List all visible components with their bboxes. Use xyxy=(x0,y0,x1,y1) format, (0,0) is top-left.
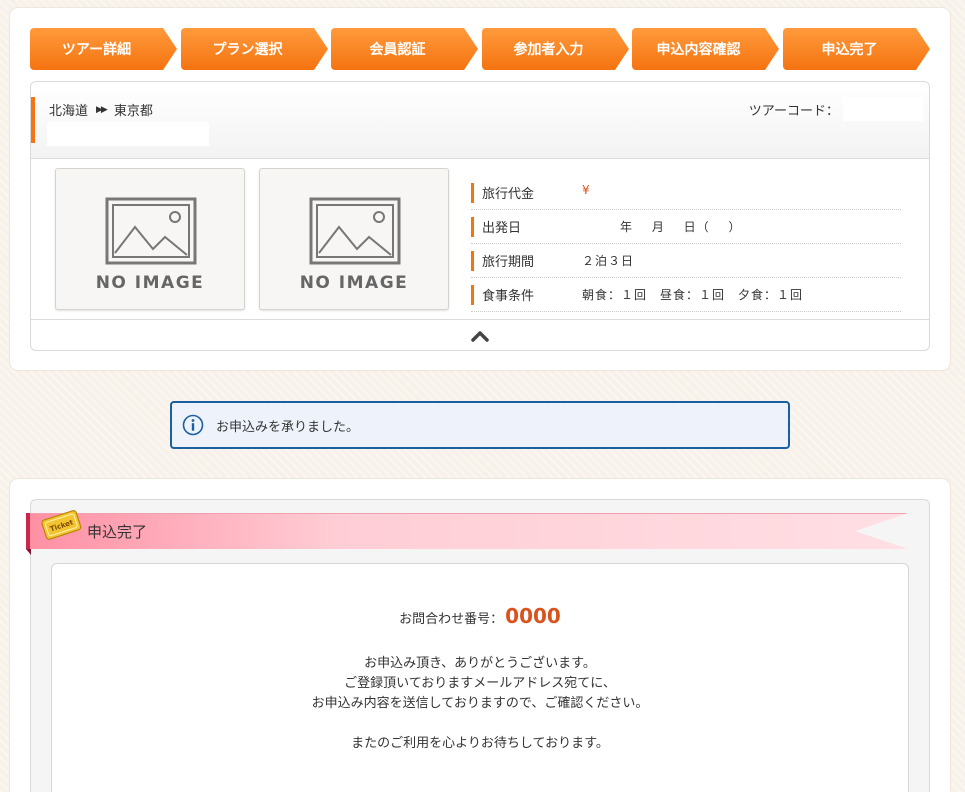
row-marker xyxy=(471,284,474,305)
inquiry-label: お問合わせ番号： xyxy=(399,612,504,627)
step-plan-select: プラン選択 xyxy=(181,28,328,70)
inquiry-value: 0000 xyxy=(505,604,561,628)
info-row-duration: 旅行期間 ２泊３日 xyxy=(471,244,901,278)
info-label: 旅行代金 xyxy=(482,187,535,202)
tour-code: ツアーコード： xyxy=(749,97,923,121)
tour-image-2: NO IMAGE xyxy=(259,168,449,310)
info-value: ２泊３日 xyxy=(582,254,635,268)
no-image-label: NO IMAGE xyxy=(299,273,409,293)
info-row-price: 旅行代金 ¥ xyxy=(471,176,901,210)
step-member-auth: 会員認証 xyxy=(331,28,478,70)
section-ribbon xyxy=(26,513,908,549)
ribbon-edge xyxy=(26,513,30,549)
route-destination: 東京都 xyxy=(113,104,153,119)
info-value: 年 月 日（ ） xyxy=(620,220,742,234)
info-label: 食事条件 xyxy=(482,289,535,304)
notice-message: お申込みを承りました。 xyxy=(216,419,360,435)
image-placeholder-icon xyxy=(309,197,401,265)
image-placeholder-icon xyxy=(105,197,197,265)
no-image-label: NO IMAGE xyxy=(95,273,205,293)
completion-message-box: お問合わせ番号： 0000 お申込み頂き、ありがとうございます。 ご登録頂いてお… xyxy=(51,563,909,792)
thanks-line: お申込み内容を送信しておりますので、ご確認ください。 xyxy=(311,696,649,711)
thanks-message: お申込み頂き、ありがとうございます。 ご登録頂いておりますメールアドレス宛てに、… xyxy=(52,654,908,754)
tour-card: ツアー詳細 プラン選択 会員認証 参加者入力 申込内容確認 申込完了 北海道 ▶… xyxy=(10,8,950,370)
section-title: 申込完了 xyxy=(87,523,148,541)
thanks-line: お申込み頂き、ありがとうございます。 xyxy=(364,656,596,671)
row-marker xyxy=(471,250,474,271)
tour-name xyxy=(47,122,209,146)
tour-info-list: 旅行代金 ¥ 出発日 年 月 日（ ） 旅行期間 ２泊３日 食事条件 朝食：１回… xyxy=(471,176,901,312)
step-complete: 申込完了 xyxy=(783,28,930,70)
info-value: ¥ xyxy=(582,182,591,197)
step-participant-input: 参加者入力 xyxy=(482,28,629,70)
header-accent-bar xyxy=(31,97,35,143)
info-row-meals: 食事条件 朝食：１回 昼食：１回 夕食：１回 xyxy=(471,278,901,312)
route-arrow-icon: ▶▶ xyxy=(96,104,108,115)
ribbon-fold xyxy=(26,549,31,555)
chevron-up-icon xyxy=(471,331,489,342)
tour-code-value xyxy=(843,97,923,121)
closing-line: またのご利用を心よりお待ちしております。 xyxy=(351,736,609,751)
info-row-departure: 出発日 年 月 日（ ） xyxy=(471,210,901,244)
notice-banner: お申込みを承りました。 xyxy=(170,401,790,449)
tour-image-1: NO IMAGE xyxy=(55,168,245,310)
tour-header: 北海道 ▶▶ 東京都 ツアーコード： xyxy=(31,82,929,159)
route-origin: 北海道 xyxy=(49,104,89,119)
info-value: 朝食：１回 昼食：１回 夕食：１回 xyxy=(582,288,804,302)
step-tour-detail: ツアー詳細 xyxy=(30,28,177,70)
info-label: 旅行期間 xyxy=(482,255,535,270)
inquiry-number: お問合わせ番号： 0000 xyxy=(52,604,908,628)
thanks-line: ご登録頂いておりますメールアドレス宛てに、 xyxy=(344,676,616,691)
tour-route: 北海道 ▶▶ 東京都 xyxy=(49,100,153,119)
info-label: 出発日 xyxy=(482,221,522,236)
info-icon xyxy=(182,414,204,436)
tour-summary: 北海道 ▶▶ 東京都 ツアーコード： NO IMAGE NO IMAGE 旅行代… xyxy=(30,81,930,351)
completion-card: Ticket 申込完了 お問合わせ番号： 0000 お申込み頂き、ありがとうござ… xyxy=(10,479,950,792)
tour-code-label: ツアーコード： xyxy=(748,103,839,119)
ticket-icon: Ticket xyxy=(41,510,82,540)
step-confirm: 申込内容確認 xyxy=(632,28,779,70)
collapse-toggle[interactable] xyxy=(31,319,929,350)
progress-steps: ツアー詳細 プラン選択 会員認証 参加者入力 申込内容確認 申込完了 xyxy=(30,28,930,70)
row-marker xyxy=(471,182,474,203)
row-marker xyxy=(471,216,474,237)
